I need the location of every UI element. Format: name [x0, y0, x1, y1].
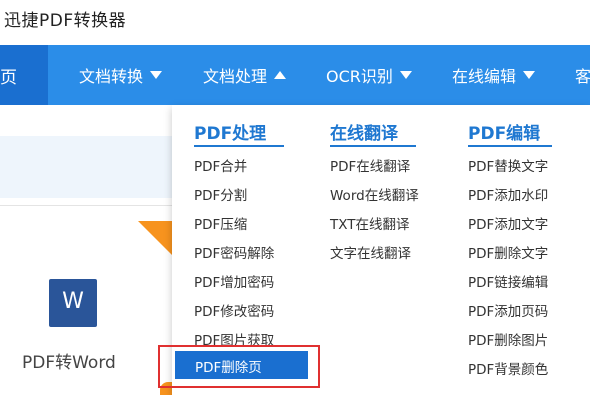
column-underline [330, 145, 416, 147]
menu-item-pdf-background-color[interactable]: PDF背景颜色 [468, 358, 548, 378]
nav-item-more[interactable]: 客 [575, 63, 590, 87]
menu-item-pdf-add-password[interactable]: PDF增加密码 [194, 271, 274, 291]
menu-item-pdf-translate[interactable]: PDF在线翻译 [330, 155, 410, 175]
caret-down-icon [523, 71, 536, 79]
nav-item-ocr[interactable]: OCR识别 [326, 63, 412, 87]
corner-badge [138, 221, 174, 257]
menu-item-pdf-add-watermark[interactable]: PDF添加水印 [468, 184, 548, 204]
nav-item-label: OCR识别 [326, 67, 393, 86]
nav-item-label: 文档处理 [203, 67, 268, 86]
column-underline [468, 145, 552, 147]
menu-item-pdf-merge[interactable]: PDF合并 [194, 155, 247, 175]
column-title-pdf-process: PDF处理 [194, 124, 267, 144]
pdf-to-word-label[interactable]: PDF转Word [22, 348, 116, 373]
menu-item-pdf-unlock[interactable]: PDF密码解除 [194, 242, 274, 262]
word-icon[interactable]: W [49, 279, 97, 327]
highlight-annotation-box [158, 345, 320, 388]
nav-item-label: 文档转换 [79, 67, 144, 86]
column-underline [194, 145, 284, 147]
menu-item-word-translate[interactable]: Word在线翻译 [330, 184, 419, 204]
title-bar: 迅捷PDF转换器 [0, 0, 590, 45]
menu-item-txt-translate[interactable]: TXT在线翻译 [330, 213, 410, 233]
column-title-pdf-edit: PDF编辑 [468, 124, 541, 144]
nav-item-online-edit[interactable]: 在线编辑 [452, 63, 536, 87]
nav-item-doc-convert[interactable]: 文档转换 [79, 63, 163, 87]
column-title-translate: 在线翻译 [330, 124, 398, 144]
menu-item-pdf-add-page-number[interactable]: PDF添加页码 [468, 300, 548, 320]
nav-item-doc-process[interactable]: 文档处理 [203, 63, 287, 87]
caret-down-icon [399, 71, 412, 79]
menu-item-pdf-delete-image[interactable]: PDF删除图片 [468, 329, 548, 349]
menu-item-pdf-replace-text[interactable]: PDF替换文字 [468, 155, 548, 175]
content-strip [0, 136, 180, 198]
menu-item-pdf-add-text[interactable]: PDF添加文字 [468, 213, 548, 233]
menu-item-pdf-compress[interactable]: PDF压缩 [194, 213, 247, 233]
divider [0, 205, 180, 206]
menu-item-pdf-delete-text[interactable]: PDF删除文字 [468, 242, 548, 262]
nav-home[interactable]: 页 [0, 45, 48, 105]
nav-home-label: 页 [0, 68, 17, 88]
nav-item-label: 客 [575, 67, 590, 86]
nav-bar: 页 文档转换 文档处理 OCR识别 在线编辑 客 [0, 45, 590, 105]
caret-up-icon [274, 71, 287, 79]
menu-item-text-translate[interactable]: 文字在线翻译 [330, 242, 411, 262]
word-icon-letter: W [62, 289, 84, 314]
nav-item-label: 在线编辑 [452, 67, 517, 86]
caret-down-icon [150, 71, 163, 79]
menu-item-pdf-change-password[interactable]: PDF修改密码 [194, 300, 274, 320]
app-title: 迅捷PDF转换器 [4, 11, 127, 31]
menu-item-pdf-split[interactable]: PDF分割 [194, 184, 247, 204]
menu-item-pdf-link-edit[interactable]: PDF链接编辑 [468, 271, 548, 291]
